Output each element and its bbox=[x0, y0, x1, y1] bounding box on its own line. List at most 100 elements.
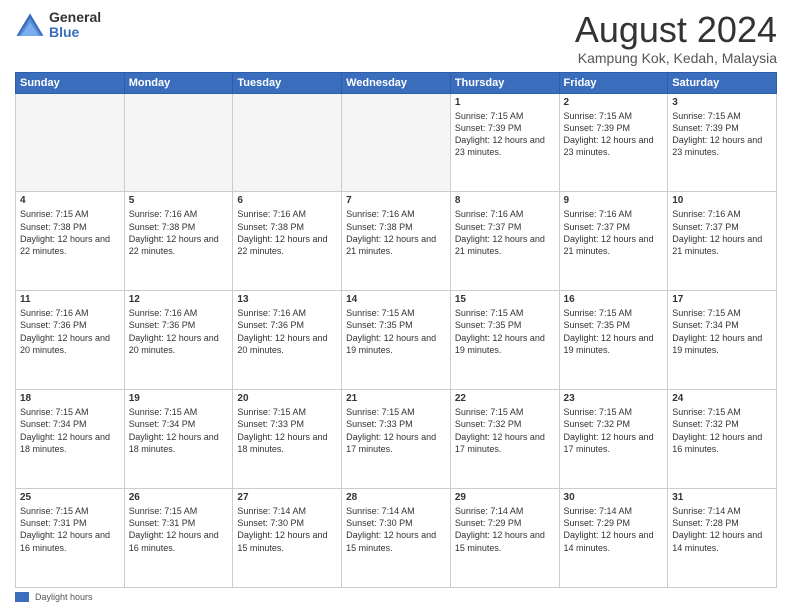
day-info: Sunrise: 7:16 AMSunset: 7:38 PMDaylight:… bbox=[237, 208, 337, 257]
day-info: Sunrise: 7:15 AMSunset: 7:39 PMDaylight:… bbox=[455, 110, 555, 159]
calendar-cell: 1 Sunrise: 7:15 AMSunset: 7:39 PMDaylight… bbox=[450, 93, 559, 192]
location: Kampung Kok, Kedah, Malaysia bbox=[575, 50, 777, 66]
logo-general-text: General bbox=[49, 10, 101, 25]
day-info: Sunrise: 7:15 AMSunset: 7:35 PMDaylight:… bbox=[564, 307, 664, 356]
calendar: SundayMondayTuesdayWednesdayThursdayFrid… bbox=[15, 72, 777, 588]
calendar-cell: 12 Sunrise: 7:16 AMSunset: 7:36 PMDayligh… bbox=[124, 291, 233, 390]
day-info: Sunrise: 7:15 AMSunset: 7:35 PMDaylight:… bbox=[346, 307, 446, 356]
day-info: Sunrise: 7:15 AMSunset: 7:34 PMDaylight:… bbox=[672, 307, 772, 356]
day-number: 30 bbox=[564, 492, 664, 503]
col-header-monday: Monday bbox=[124, 72, 233, 93]
col-header-thursday: Thursday bbox=[450, 72, 559, 93]
calendar-cell: 19 Sunrise: 7:15 AMSunset: 7:34 PMDayligh… bbox=[124, 390, 233, 489]
calendar-cell: 7Sunrise: 7:16 AMSunset: 7:38 PMDaylight… bbox=[342, 192, 451, 291]
calendar-cell: 25 Sunrise: 7:15 AMSunset: 7:31 PMDayligh… bbox=[16, 489, 125, 588]
month-year: August 2024 bbox=[575, 10, 777, 50]
calendar-cell: 31Sunrise: 7:14 AMSunset: 7:28 PMDayligh… bbox=[668, 489, 777, 588]
calendar-cell: 6 Sunrise: 7:16 AMSunset: 7:38 PMDaylight… bbox=[233, 192, 342, 291]
calendar-cell: 29Sunrise: 7:14 AMSunset: 7:29 PMDayligh… bbox=[450, 489, 559, 588]
day-number: 8 bbox=[455, 195, 555, 206]
calendar-cell: 3 Sunrise: 7:15 AMSunset: 7:39 PMDaylight… bbox=[668, 93, 777, 192]
day-info: Sunrise: 7:15 AMSunset: 7:33 PMDaylight:… bbox=[346, 406, 446, 455]
calendar-cell: 24 Sunrise: 7:15 AMSunset: 7:32 PMDayligh… bbox=[668, 390, 777, 489]
day-info: Sunrise: 7:15 AMSunset: 7:34 PMDaylight:… bbox=[129, 406, 229, 455]
day-number: 11 bbox=[20, 294, 120, 305]
header: General Blue August 2024 Kampung Kok, Ke… bbox=[15, 10, 777, 66]
day-info: Sunrise: 7:16 AMSunset: 7:38 PMDaylight:… bbox=[346, 208, 446, 257]
day-info: Sunrise: 7:15 AMSunset: 7:34 PMDaylight:… bbox=[20, 406, 120, 455]
calendar-cell: 26 Sunrise: 7:15 AMSunset: 7:31 PMDayligh… bbox=[124, 489, 233, 588]
day-number: 23 bbox=[564, 393, 664, 404]
calendar-cell: 17 Sunrise: 7:15 AMSunset: 7:34 PMDayligh… bbox=[668, 291, 777, 390]
daylight-swatch bbox=[15, 592, 29, 602]
day-info: Sunrise: 7:15 AMSunset: 7:32 PMDaylight:… bbox=[564, 406, 664, 455]
day-info: Sunrise: 7:15 AMSunset: 7:32 PMDaylight:… bbox=[455, 406, 555, 455]
daylight-label: Daylight hours bbox=[35, 592, 93, 602]
day-info: Sunrise: 7:16 AMSunset: 7:36 PMDaylight:… bbox=[20, 307, 120, 356]
col-header-saturday: Saturday bbox=[668, 72, 777, 93]
day-number: 13 bbox=[237, 294, 337, 305]
calendar-cell bbox=[124, 93, 233, 192]
day-number: 25 bbox=[20, 492, 120, 503]
day-info: Sunrise: 7:15 AMSunset: 7:31 PMDaylight:… bbox=[20, 505, 120, 554]
day-info: Sunrise: 7:15 AMSunset: 7:32 PMDaylight:… bbox=[672, 406, 772, 455]
logo-text: General Blue bbox=[49, 10, 101, 41]
day-info: Sunrise: 7:15 AMSunset: 7:33 PMDaylight:… bbox=[237, 406, 337, 455]
day-number: 26 bbox=[129, 492, 229, 503]
day-info: Sunrise: 7:14 AMSunset: 7:30 PMDaylight:… bbox=[237, 505, 337, 554]
footer-note: Daylight hours bbox=[15, 592, 777, 602]
col-header-friday: Friday bbox=[559, 72, 668, 93]
week-row-1: 1 Sunrise: 7:15 AMSunset: 7:39 PMDaylight… bbox=[16, 93, 777, 192]
day-number: 9 bbox=[564, 195, 664, 206]
day-number: 17 bbox=[672, 294, 772, 305]
day-info: Sunrise: 7:16 AMSunset: 7:36 PMDaylight:… bbox=[129, 307, 229, 356]
week-row-3: 11 Sunrise: 7:16 AMSunset: 7:36 PMDayligh… bbox=[16, 291, 777, 390]
title-section: August 2024 Kampung Kok, Kedah, Malaysia bbox=[575, 10, 777, 66]
day-number: 12 bbox=[129, 294, 229, 305]
day-info: Sunrise: 7:14 AMSunset: 7:29 PMDaylight:… bbox=[564, 505, 664, 554]
day-number: 22 bbox=[455, 393, 555, 404]
day-number: 19 bbox=[129, 393, 229, 404]
day-number: 4 bbox=[20, 195, 120, 206]
calendar-cell: 30 Sunrise: 7:14 AMSunset: 7:29 PMDayligh… bbox=[559, 489, 668, 588]
calendar-cell bbox=[233, 93, 342, 192]
day-number: 28 bbox=[346, 492, 446, 503]
col-header-sunday: Sunday bbox=[16, 72, 125, 93]
day-number: 29 bbox=[455, 492, 555, 503]
day-info: Sunrise: 7:16 AMSunset: 7:37 PMDaylight:… bbox=[455, 208, 555, 257]
calendar-cell: 5Sunrise: 7:16 AMSunset: 7:38 PMDaylight… bbox=[124, 192, 233, 291]
calendar-cell bbox=[16, 93, 125, 192]
day-info: Sunrise: 7:15 AMSunset: 7:39 PMDaylight:… bbox=[564, 110, 664, 159]
day-number: 6 bbox=[237, 195, 337, 206]
day-number: 10 bbox=[672, 195, 772, 206]
calendar-cell: 22 Sunrise: 7:15 AMSunset: 7:32 PMDayligh… bbox=[450, 390, 559, 489]
calendar-cell: 23 Sunrise: 7:15 AMSunset: 7:32 PMDayligh… bbox=[559, 390, 668, 489]
logo: General Blue bbox=[15, 10, 101, 41]
calendar-cell bbox=[342, 93, 451, 192]
calendar-cell: 28 Sunrise: 7:14 AMSunset: 7:30 PMDayligh… bbox=[342, 489, 451, 588]
day-info: Sunrise: 7:14 AMSunset: 7:30 PMDaylight:… bbox=[346, 505, 446, 554]
day-number: 16 bbox=[564, 294, 664, 305]
calendar-cell: 10 Sunrise: 7:16 AMSunset: 7:37 PMDayligh… bbox=[668, 192, 777, 291]
calendar-cell: 2Sunrise: 7:15 AMSunset: 7:39 PMDaylight… bbox=[559, 93, 668, 192]
day-info: Sunrise: 7:16 AMSunset: 7:37 PMDaylight:… bbox=[672, 208, 772, 257]
week-row-4: 18 Sunrise: 7:15 AMSunset: 7:34 PMDayligh… bbox=[16, 390, 777, 489]
calendar-cell: 18 Sunrise: 7:15 AMSunset: 7:34 PMDayligh… bbox=[16, 390, 125, 489]
day-info: Sunrise: 7:16 AMSunset: 7:38 PMDaylight:… bbox=[129, 208, 229, 257]
day-number: 24 bbox=[672, 393, 772, 404]
calendar-cell: 13Sunrise: 7:16 AMSunset: 7:36 PMDayligh… bbox=[233, 291, 342, 390]
day-info: Sunrise: 7:16 AMSunset: 7:37 PMDaylight:… bbox=[564, 208, 664, 257]
logo-icon bbox=[15, 10, 45, 40]
day-info: Sunrise: 7:15 AMSunset: 7:38 PMDaylight:… bbox=[20, 208, 120, 257]
calendar-cell: 9 Sunrise: 7:16 AMSunset: 7:37 PMDaylight… bbox=[559, 192, 668, 291]
col-header-wednesday: Wednesday bbox=[342, 72, 451, 93]
logo-blue-text: Blue bbox=[49, 25, 101, 40]
day-number: 14 bbox=[346, 294, 446, 305]
day-info: Sunrise: 7:15 AMSunset: 7:39 PMDaylight:… bbox=[672, 110, 772, 159]
day-info: Sunrise: 7:15 AMSunset: 7:31 PMDaylight:… bbox=[129, 505, 229, 554]
day-number: 3 bbox=[672, 97, 772, 108]
day-number: 18 bbox=[20, 393, 120, 404]
calendar-cell: 15Sunrise: 7:15 AMSunset: 7:35 PMDayligh… bbox=[450, 291, 559, 390]
day-number: 21 bbox=[346, 393, 446, 404]
day-number: 1 bbox=[455, 97, 555, 108]
